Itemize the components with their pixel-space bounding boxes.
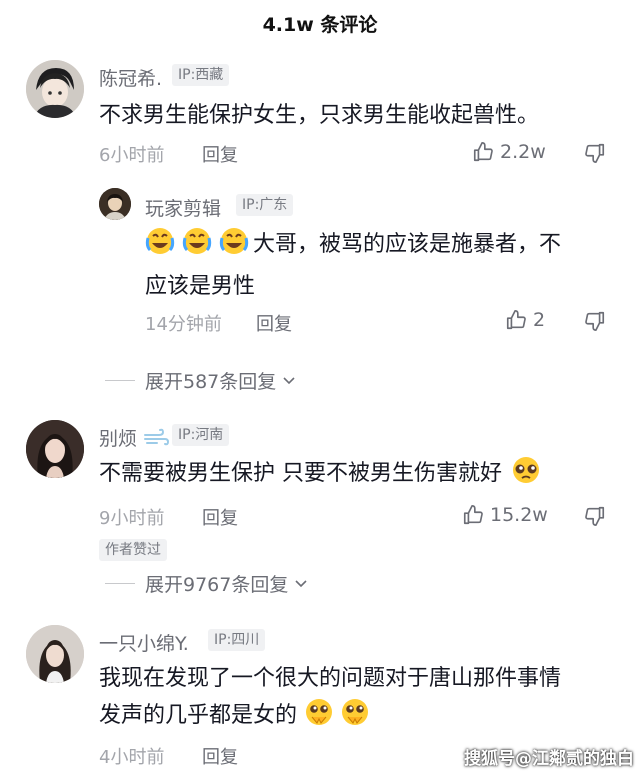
watermark: 搜狐号@江鄰贰的独白 (464, 749, 634, 769)
comment-count-title: 4.1w 条评论 (262, 14, 378, 36)
reply-text: 大哥，被骂的应该是施暴者，不 应该是男性 (145, 226, 615, 305)
woman-photo-avatar-icon (26, 420, 84, 478)
anime-boy-avatar-icon (26, 60, 84, 118)
laughing-crying-emoji-icon (145, 226, 253, 268)
avatar[interactable] (99, 188, 131, 220)
reply-button[interactable]: 回复 (202, 504, 238, 530)
wind-icon (144, 428, 170, 446)
thumbs-up-icon (506, 310, 526, 330)
divider (105, 380, 135, 381)
expand-replies-button[interactable]: 展开587条回复 (105, 367, 296, 394)
ip-location-tag: IP:广东 (236, 194, 294, 216)
pleading-face-emoji-icon (509, 455, 543, 497)
pleading-praying-emoji-icon (304, 697, 374, 739)
reply-button[interactable]: 回复 (202, 141, 238, 167)
gamer-avatar-icon (99, 188, 131, 220)
username-text: 别烦 (99, 428, 138, 450)
expand-replies-label: 展开587条回复 (145, 371, 277, 393)
comment-text-body: 不需要被男生保护 只要不被男生伤害就好 (99, 461, 502, 486)
comment-time: 9小时前 (99, 508, 165, 529)
username[interactable]: 一只小绵Y. (99, 629, 189, 656)
like-button[interactable]: 2.2w (472, 141, 546, 163)
like-button[interactable]: 2 (505, 309, 545, 331)
username[interactable]: 玩家剪辑 (145, 194, 221, 221)
thumbs-down-icon (585, 311, 605, 331)
avatar[interactable] (26, 60, 84, 118)
thumbs-down-icon (585, 506, 605, 526)
comment-text: 不需要被男生保护 只要不被男生伤害就好 (99, 455, 619, 497)
like-count: 2.2w (500, 141, 546, 163)
thumbs-up-icon (463, 505, 483, 525)
thumbs-down-icon (585, 143, 605, 163)
reply-text-line1: 大哥，被骂的应该是施暴者，不 (253, 232, 562, 257)
expand-replies-label: 展开9767条回复 (145, 574, 289, 596)
divider (105, 583, 135, 584)
like-button[interactable]: 15.2w (462, 504, 548, 526)
chevron-down-icon (295, 579, 307, 587)
dislike-button[interactable] (584, 310, 606, 336)
reply-text-line2: 应该是男性 (145, 274, 256, 299)
comment-text-line2: 发声的几乎都是女的 (99, 703, 298, 728)
author-liked-badge: 作者赞过 (99, 539, 167, 561)
comment-text: 我现在发现了一个很大的问题对于唐山那件事情 发声的几乎都是女的 (99, 660, 629, 739)
ip-location-tag: IP:四川 (208, 629, 266, 651)
dislike-button[interactable] (584, 142, 606, 168)
reply-time: 14分钟前 (145, 314, 222, 335)
username[interactable]: 陈冠希. (99, 64, 162, 91)
ip-location-tag: IP:河南 (172, 424, 230, 446)
dislike-button[interactable] (584, 505, 606, 531)
reply-button[interactable]: 回复 (202, 743, 238, 769)
like-count: 2 (533, 309, 546, 331)
woman-photo-avatar-icon (26, 625, 84, 683)
reply-button[interactable]: 回复 (256, 310, 292, 336)
comment-text-line1: 我现在发现了一个很大的问题对于唐山那件事情 (99, 666, 562, 691)
thumbs-up-icon (473, 142, 493, 162)
avatar[interactable] (26, 420, 84, 478)
expand-replies-button[interactable]: 展开9767条回复 (105, 570, 308, 597)
chevron-down-icon (283, 376, 295, 384)
username[interactable]: 别烦 (99, 424, 170, 451)
avatar[interactable] (26, 625, 84, 683)
like-count: 15.2w (490, 504, 548, 526)
comment-time: 4小时前 (99, 747, 165, 768)
comment-text: 不求男生能保护女生，只求男生能收起兽性。 (99, 103, 540, 128)
ip-location-tag: IP:西藏 (172, 64, 230, 86)
comment-time: 6小时前 (99, 145, 165, 166)
